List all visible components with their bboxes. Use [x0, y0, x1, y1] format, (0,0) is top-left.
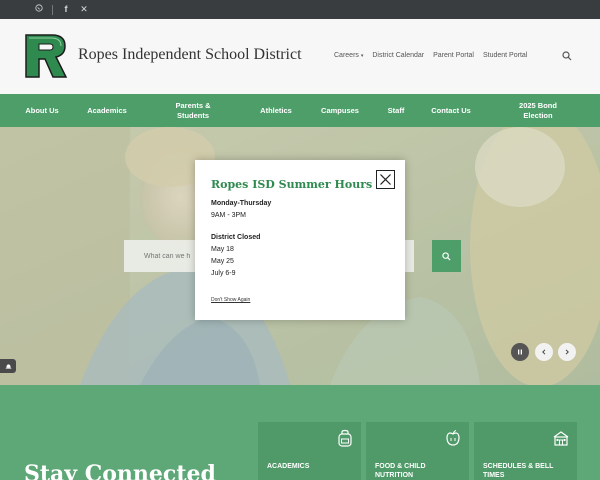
chevron-left-icon	[542, 349, 546, 355]
nav-contact-us[interactable]: Contact Us	[428, 94, 474, 127]
nav-staff[interactable]: Staff	[380, 94, 412, 127]
close-button[interactable]	[376, 170, 395, 189]
backpack-icon	[338, 429, 352, 447]
nav-academics[interactable]: Academics	[78, 94, 136, 127]
alert-tab[interactable]	[0, 359, 16, 373]
summer-hours-modal: Ropes ISD Summer Hours Monday-Thursday 9…	[195, 160, 405, 320]
chevron-down-icon: ▾	[360, 53, 364, 59]
dont-show-again-link[interactable]: Don't Show Again	[211, 297, 250, 303]
pause-button[interactable]	[511, 343, 529, 361]
nav-parents-students[interactable]: Parents & Students	[160, 94, 226, 127]
top-links: Careers ▾ District Calendar Parent Porta…	[334, 52, 527, 59]
student-portal-link[interactable]: Student Portal	[483, 52, 527, 59]
pause-icon	[518, 349, 522, 355]
tile-label: Schedules & Bell Times	[483, 463, 554, 479]
tile-label: Food & Child Nutrition	[375, 463, 426, 479]
close-icon	[380, 174, 391, 185]
tile-food-nutrition[interactable]: Food & Child Nutrition	[366, 422, 469, 480]
hours-text: 9AM - 3PM	[211, 212, 247, 219]
tile-label: Academics	[267, 463, 310, 470]
stay-connected-section: Stay Connected Academics Food & Child Nu…	[0, 385, 600, 480]
nav-bond-election[interactable]: 2025 Bond Election	[506, 94, 570, 127]
closed-date: May 25	[211, 258, 234, 265]
section-heading: Stay Connected	[24, 461, 216, 480]
days-label: Monday-Thursday	[211, 200, 272, 207]
site-title[interactable]: Ropes Independent School District	[78, 46, 302, 64]
school-building-icon	[553, 431, 569, 446]
district-calendar-link[interactable]: District Calendar	[372, 52, 424, 59]
chevron-right-icon	[565, 349, 569, 355]
district-logo[interactable]	[24, 33, 68, 79]
parent-portal-link[interactable]: Parent Portal	[433, 52, 474, 59]
closed-label: District Closed	[211, 234, 261, 241]
next-slide-button[interactable]	[558, 343, 576, 361]
main-nav: About Us Academics Parents & Students At…	[0, 94, 600, 127]
previous-slide-button[interactable]	[535, 343, 553, 361]
site-header: Ropes Independent School District Career…	[0, 19, 600, 94]
tile-schedules[interactable]: Schedules & Bell Times	[474, 422, 577, 480]
utility-bar: f ✕	[0, 0, 600, 19]
whatsapp-icon[interactable]	[30, 0, 48, 19]
tile-academics[interactable]: Academics	[258, 422, 361, 480]
careers-link[interactable]: Careers ▾	[334, 52, 363, 59]
nav-about-us[interactable]: About Us	[24, 94, 60, 127]
search-icon[interactable]	[562, 51, 572, 61]
apple-icon	[446, 430, 460, 446]
bell-icon	[5, 363, 11, 369]
search-icon	[442, 251, 451, 261]
facebook-icon[interactable]: f	[57, 0, 75, 19]
closed-date: May 18	[211, 246, 234, 253]
modal-title: Ropes ISD Summer Hours	[211, 178, 373, 191]
nav-campuses[interactable]: Campuses	[312, 94, 368, 127]
hero-search-button[interactable]	[432, 240, 461, 272]
careers-link-label: Careers	[334, 52, 359, 59]
nav-athletics[interactable]: Athletics	[250, 94, 302, 127]
utility-divider	[52, 4, 53, 15]
x-icon[interactable]: ✕	[75, 0, 93, 19]
closed-date: July 6-9	[211, 270, 236, 277]
